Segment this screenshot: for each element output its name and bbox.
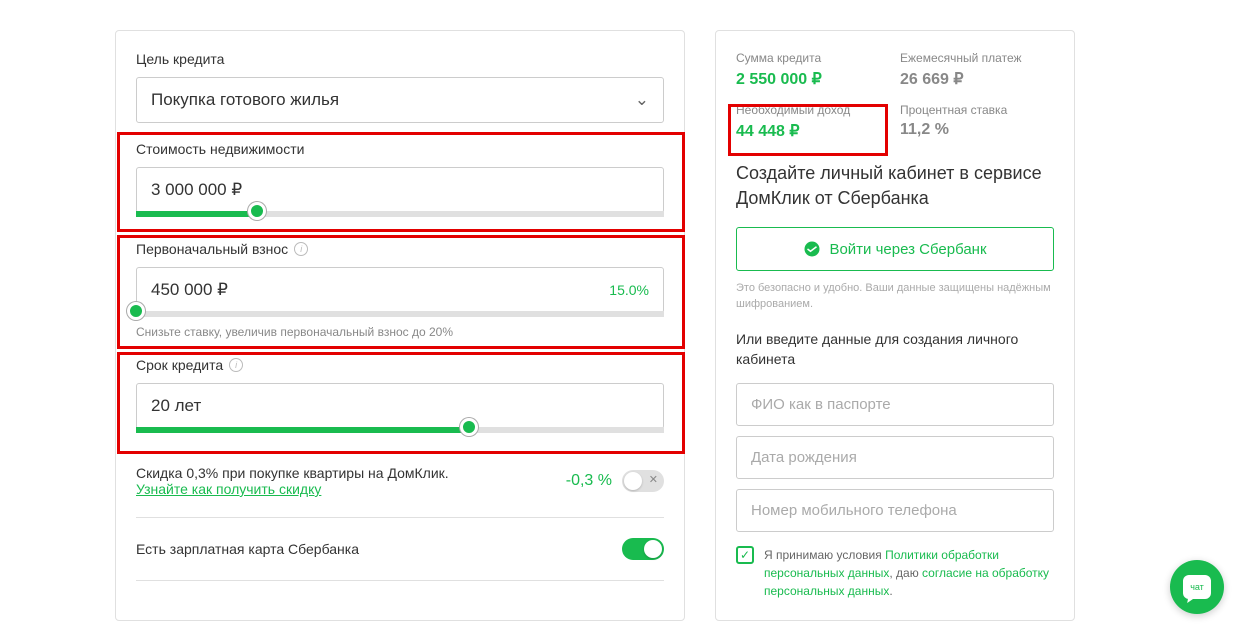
downpayment-hint: Снизьте ставку, увеличив первоначальный … <box>136 325 664 339</box>
info-icon[interactable]: i <box>294 242 308 256</box>
summary-loan-amount: Сумма кредита 2 550 000 ₽ <box>736 51 890 89</box>
term-label: Срок кредита i <box>136 357 664 373</box>
discount-link[interactable]: Узнайте как получить скидку <box>136 481 321 497</box>
slider-thumb-icon[interactable] <box>460 418 478 436</box>
chat-icon: чат <box>1183 575 1211 599</box>
discount-pct: -0,3 % <box>566 472 612 490</box>
downpayment-label: Первоначальный взнос i <box>136 241 664 257</box>
summary-monthly: Ежемесячный платеж 26 669 ₽ <box>900 51 1054 89</box>
login-sberbank-button[interactable]: Войти через Сбербанк <box>736 227 1054 271</box>
info-icon[interactable]: i <box>229 358 243 372</box>
term-input[interactable]: 20 лет <box>136 383 664 429</box>
downpayment-input[interactable]: 450 000 ₽ 15.0% <box>136 267 664 313</box>
summary-income: Необходимый доход 44 448 ₽ <box>736 103 890 141</box>
property-value: 3 000 000 ₽ <box>151 180 242 200</box>
property-input[interactable]: 3 000 000 ₽ <box>136 167 664 213</box>
calculator-panel: Цель кредита Покупка готового жилья ⌄ Ст… <box>115 30 685 621</box>
term-slider[interactable] <box>136 427 664 433</box>
slider-thumb-icon[interactable] <box>248 202 266 220</box>
create-account-heading: Создайте личный кабинет в сервисе ДомКли… <box>736 161 1054 211</box>
purpose-select[interactable]: Покупка готового жилья ⌄ <box>136 77 664 123</box>
salary-card-label: Есть зарплатная карта Сбербанка <box>136 541 359 557</box>
property-slider[interactable] <box>136 211 664 217</box>
purpose-label: Цель кредита <box>136 51 664 67</box>
term-value: 20 лет <box>151 396 201 416</box>
safety-note: Это безопасно и удобно. Ваши данные защи… <box>736 281 1054 312</box>
close-icon: ✕ <box>649 473 658 486</box>
discount-toggle[interactable]: ✕ <box>622 470 664 492</box>
fio-input[interactable] <box>736 383 1054 426</box>
slider-thumb-icon[interactable] <box>127 302 145 320</box>
phone-input[interactable] <box>736 489 1054 532</box>
downpayment-slider[interactable] <box>136 311 664 317</box>
summary-panel: Сумма кредита 2 550 000 ₽ Ежемесячный пл… <box>715 30 1075 621</box>
downpayment-value: 450 000 ₽ <box>151 280 228 300</box>
summary-rate: Процентная ставка 11,2 % <box>900 103 1054 141</box>
chat-button[interactable]: чат <box>1170 560 1224 614</box>
consent-text: Я принимаю условия Политики обработки пе… <box>764 546 1054 600</box>
or-enter-text: Или введите данные для создания личного … <box>736 330 1054 369</box>
discount-text: Скидка 0,3% при покупке квартиры на ДомК… <box>136 465 449 497</box>
sberbank-logo-icon <box>803 240 821 258</box>
downpayment-pct: 15.0% <box>609 282 649 298</box>
salary-card-toggle[interactable] <box>622 538 664 560</box>
dob-input[interactable] <box>736 436 1054 479</box>
purpose-value: Покупка готового жилья <box>151 90 339 110</box>
consent-checkbox[interactable]: ✓ <box>736 546 754 564</box>
property-label: Стоимость недвижимости <box>136 141 664 157</box>
chevron-down-icon: ⌄ <box>635 90 649 110</box>
